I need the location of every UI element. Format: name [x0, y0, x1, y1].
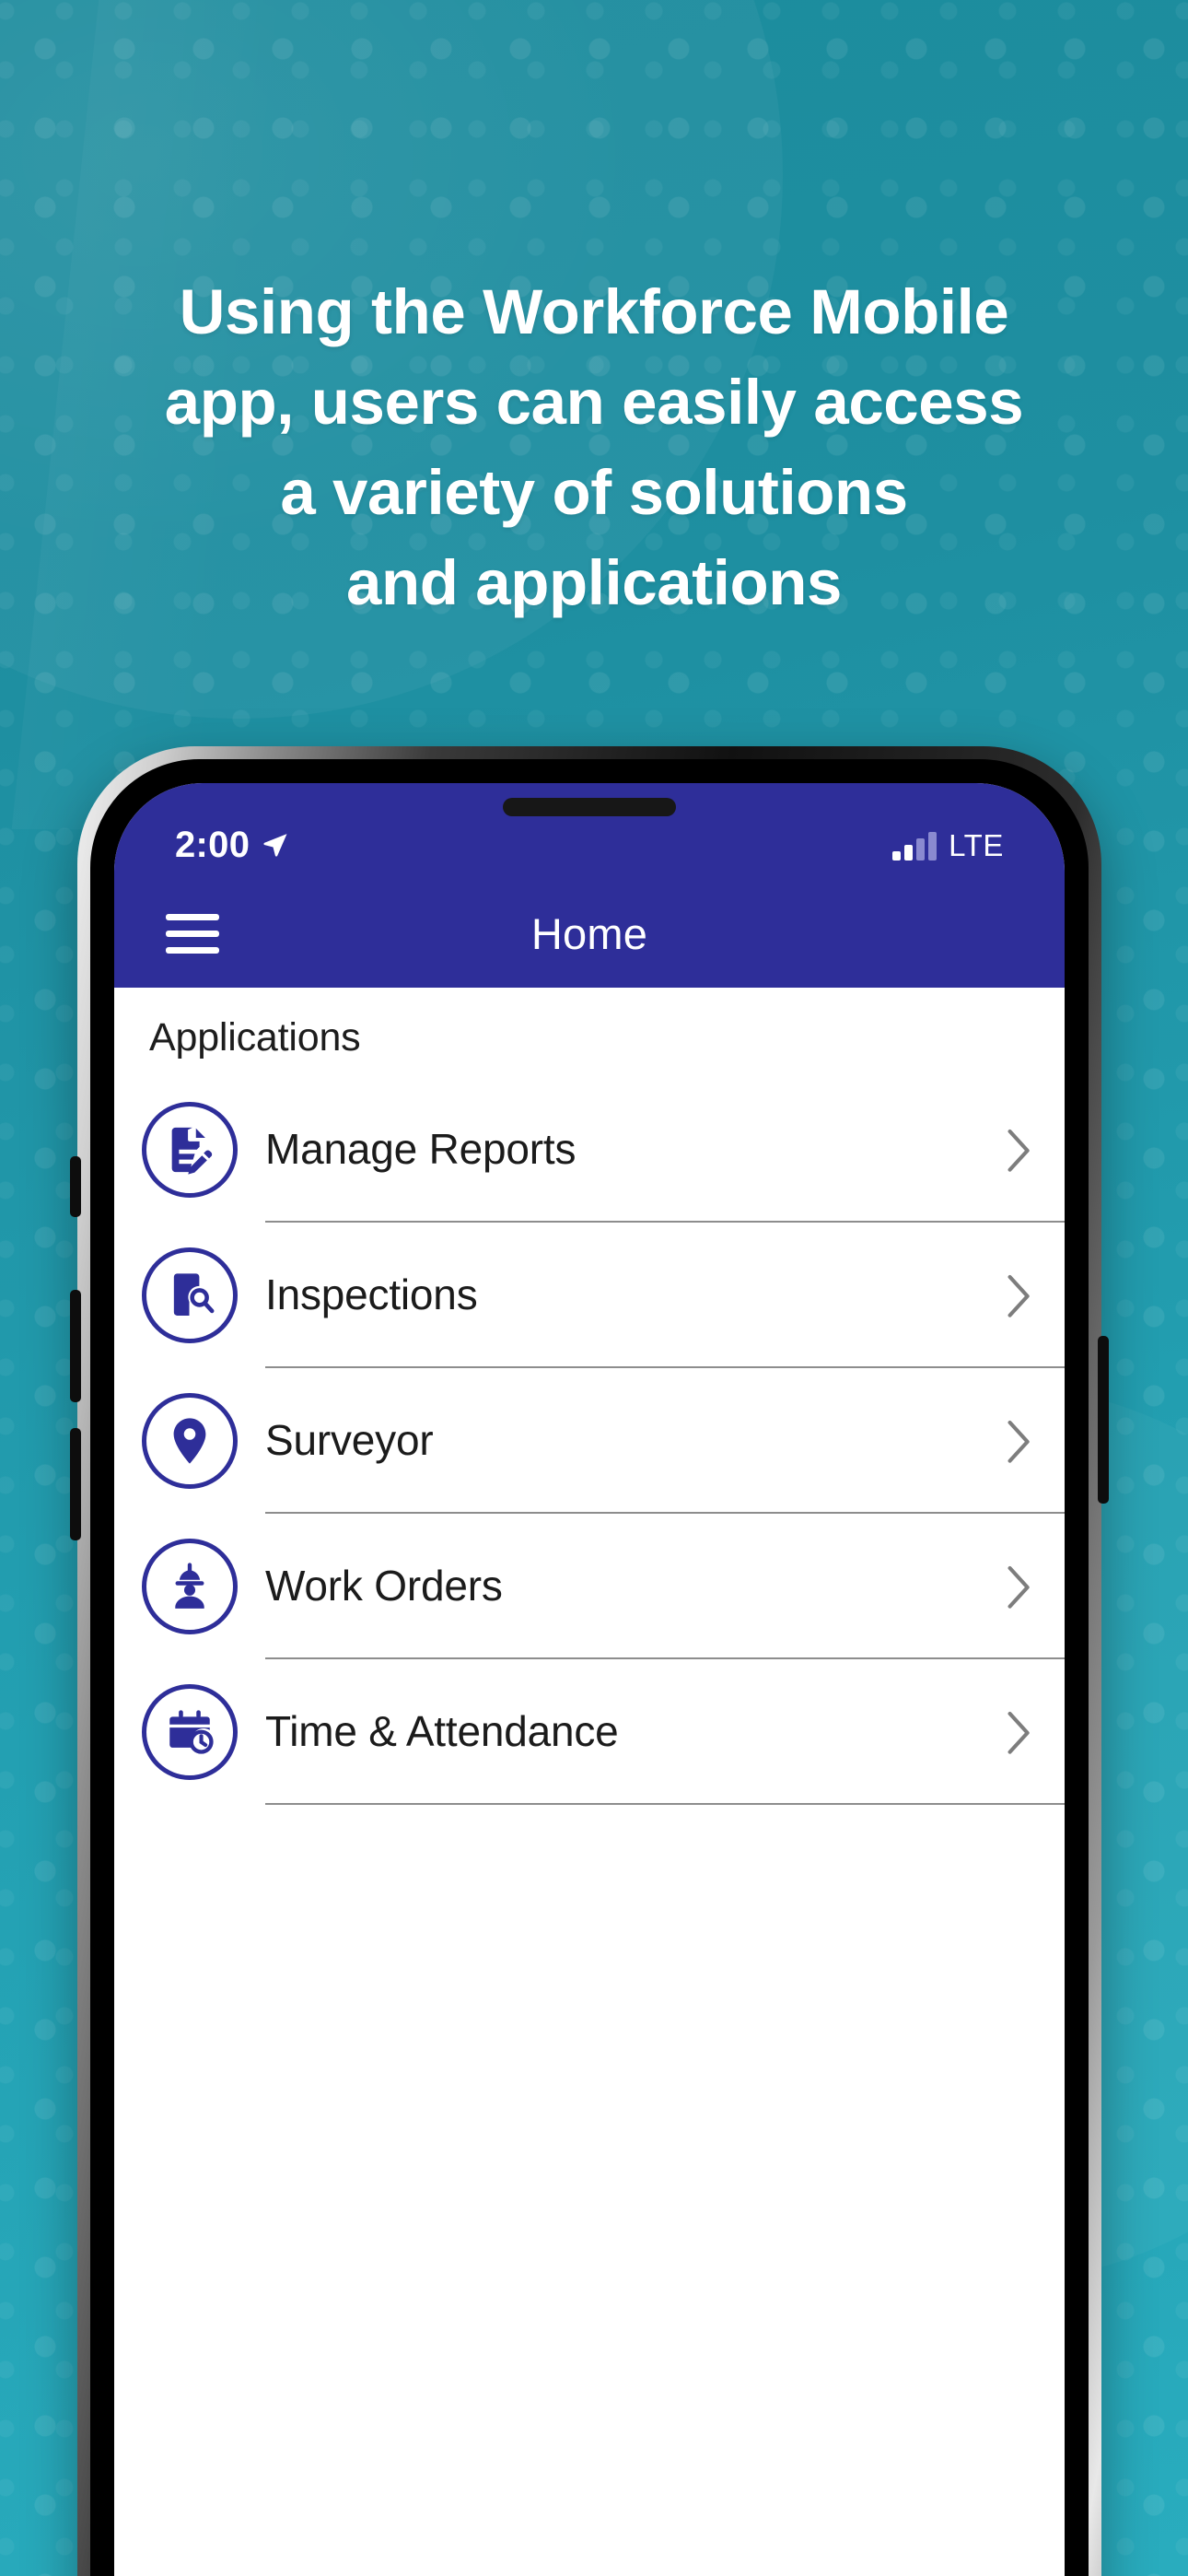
headline-line-4: and applications: [345, 547, 843, 618]
headline-line-3: a variety of solutions: [280, 457, 908, 528]
phone-mute-switch[interactable]: [70, 1156, 81, 1217]
location-arrow-icon: [262, 831, 289, 859]
chevron-right-icon[interactable]: [1007, 1565, 1031, 1609]
status-bar-right: LTE: [892, 830, 1004, 861]
hero-headline: Using the Workforce Mobile app, users ca…: [0, 267, 1188, 628]
phone-notch: [503, 798, 676, 816]
signal-strength-icon: [892, 831, 938, 861]
status-bar-left: 2:00: [175, 825, 289, 866]
phone-volume-down-button[interactable]: [70, 1428, 81, 1540]
calendar-clock-icon: [142, 1684, 238, 1780]
chevron-right-icon[interactable]: [1007, 1420, 1031, 1463]
list-item-manage-reports[interactable]: Manage Reports: [114, 1077, 1065, 1223]
list-item-body: Time & Attendance: [265, 1659, 1065, 1805]
phone-power-button[interactable]: [1098, 1336, 1109, 1504]
status-bar-time: 2:00: [175, 824, 250, 865]
hard-hat-worker-icon: [142, 1539, 238, 1634]
page-title: Home: [530, 908, 648, 958]
list-item-label: Inspections: [265, 1270, 478, 1318]
list-item-time-attendance[interactable]: Time & Attendance: [114, 1659, 1065, 1805]
list-item-body: Work Orders: [265, 1514, 1065, 1659]
list-item-inspections[interactable]: Inspections: [114, 1223, 1065, 1368]
list-item-label: Manage Reports: [265, 1125, 577, 1173]
document-edit-icon: [142, 1102, 238, 1198]
list-item-label: Time & Attendance: [265, 1707, 619, 1755]
list-item-body: Inspections: [265, 1223, 1065, 1368]
phone-mockup: 2:00 LTE Home Applications Manage Report…: [70, 746, 1109, 2576]
list-item-work-orders[interactable]: Work Orders: [114, 1514, 1065, 1659]
chevron-right-icon[interactable]: [1007, 1274, 1031, 1317]
list-item-body: Manage Reports: [265, 1077, 1065, 1223]
chevron-right-icon[interactable]: [1007, 1129, 1031, 1172]
map-pin-icon: [142, 1393, 238, 1489]
applications-list: Manage Reports Inspections Surveyor Work…: [114, 1077, 1065, 1805]
headline-line-2: app, users can easily access: [164, 367, 1024, 438]
list-item-label: Work Orders: [265, 1562, 503, 1610]
list-item-label: Surveyor: [265, 1416, 434, 1464]
chevron-right-icon[interactable]: [1007, 1711, 1031, 1754]
app-navbar: Home: [114, 879, 1065, 988]
section-title-applications: Applications: [149, 1015, 361, 1060]
device-search-icon: [142, 1247, 238, 1343]
phone-screen: 2:00 LTE Home Applications Manage Report…: [114, 783, 1065, 2576]
headline-line-1: Using the Workforce Mobile: [179, 276, 1009, 347]
app-content: Applications Manage Reports Inspections …: [114, 988, 1065, 2576]
network-type-label: LTE: [949, 827, 1004, 862]
list-item-body: Surveyor: [265, 1368, 1065, 1514]
list-item-surveyor[interactable]: Surveyor: [114, 1368, 1065, 1514]
phone-volume-up-button[interactable]: [70, 1290, 81, 1402]
hamburger-menu-icon[interactable]: [166, 913, 219, 954]
